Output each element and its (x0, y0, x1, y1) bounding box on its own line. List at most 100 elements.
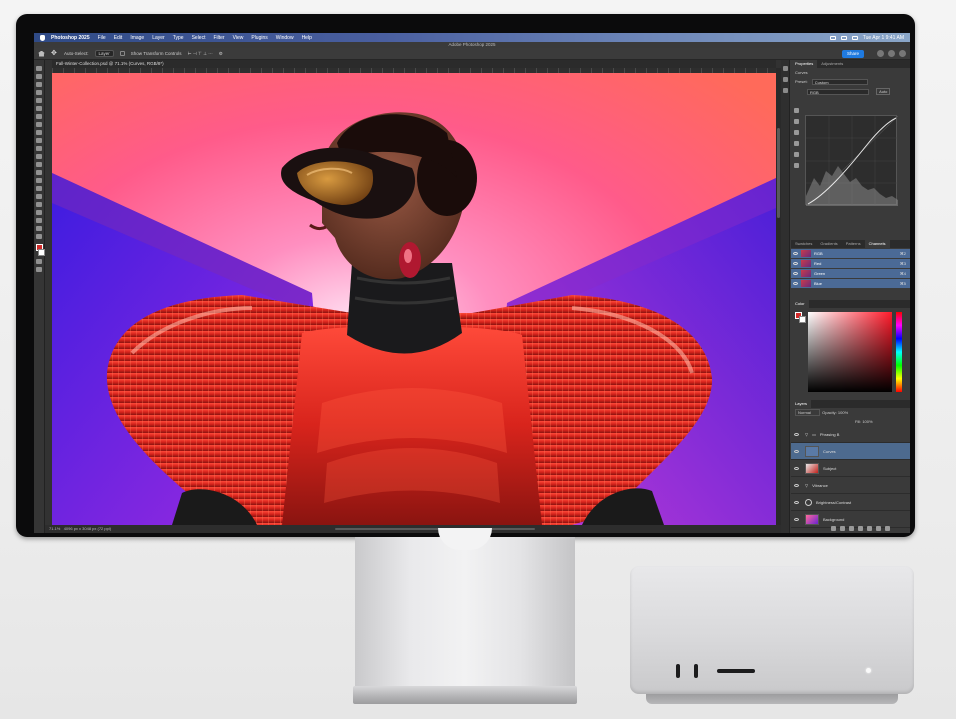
channel-row-blue[interactable]: Blue ⌘5 (791, 279, 910, 288)
disclosure-icon[interactable]: ▽ (805, 432, 808, 437)
adjustment-icon[interactable] (858, 526, 863, 531)
tab-swatches[interactable]: Swatches (791, 240, 816, 248)
crop-tool-icon[interactable] (36, 98, 42, 103)
layer-name[interactable]: Curves (823, 449, 836, 454)
channel-row-red[interactable]: Red ⌘3 (791, 259, 910, 268)
pen-tool-icon[interactable] (36, 186, 42, 191)
tab-channels[interactable]: Channels (864, 240, 890, 248)
dodge-tool-icon[interactable] (36, 178, 42, 183)
lasso-tool-icon[interactable] (36, 82, 42, 87)
layer-name[interactable]: Vibrance (812, 483, 828, 488)
new-layer-icon[interactable] (876, 526, 881, 531)
tab-color[interactable]: Color (791, 300, 809, 308)
curve-pencil-icon[interactable] (794, 163, 799, 168)
clone-stamp-tool-icon[interactable] (36, 138, 42, 143)
layer-row[interactable]: Subject (791, 460, 910, 477)
search-icon[interactable] (840, 35, 847, 40)
mask-icon[interactable] (849, 526, 854, 531)
canvas-horizontal-scrollbar[interactable] (335, 528, 535, 530)
on-image-adjust-icon[interactable] (794, 108, 799, 113)
tab-patterns[interactable]: Patterns (842, 240, 865, 248)
blur-tool-icon[interactable] (36, 170, 42, 175)
marquee-tool-icon[interactable] (36, 74, 42, 79)
menu-edit[interactable]: Edit (114, 35, 123, 41)
rectangle-tool-icon[interactable] (36, 210, 42, 215)
trash-icon[interactable] (885, 526, 890, 531)
auto-select-dropdown[interactable]: Layer (94, 50, 114, 57)
gear-icon[interactable]: ⚙ (219, 51, 223, 57)
fx-icon[interactable] (840, 526, 845, 531)
channel-row-green[interactable]: Green ⌘4 (791, 269, 910, 278)
tab-layers[interactable]: Layers (791, 400, 812, 408)
tab-properties[interactable]: Properties (791, 60, 818, 68)
menu-window[interactable]: Window (276, 35, 294, 41)
group-icon[interactable] (867, 526, 872, 531)
eyedropper-tool-icon[interactable] (36, 114, 42, 119)
zoom-level[interactable]: 71.1% (49, 526, 60, 531)
eye-icon[interactable] (794, 517, 799, 521)
search-icon[interactable] (888, 50, 895, 57)
menu-plugins[interactable]: Plugins (251, 35, 267, 41)
document-canvas[interactable] (52, 73, 776, 525)
layer-name[interactable]: Subject (823, 466, 836, 471)
layer-row-selected[interactable]: Curves (791, 443, 910, 460)
healing-brush-tool-icon[interactable] (36, 122, 42, 127)
link-icon[interactable] (831, 526, 836, 531)
cloud-icon[interactable] (877, 50, 884, 57)
menu-view[interactable]: View (233, 35, 244, 41)
move-tool-icon[interactable] (36, 66, 42, 71)
eyedropper-gray-icon[interactable] (794, 130, 799, 135)
history-icon[interactable] (782, 66, 788, 71)
eye-icon[interactable] (793, 262, 798, 265)
blend-mode-dropdown[interactable]: Normal (795, 409, 820, 416)
scrollbar-thumb[interactable] (777, 128, 780, 218)
curve-point-icon[interactable] (794, 152, 799, 157)
layer-name[interactable]: Phrasing B (820, 432, 840, 437)
eye-icon[interactable] (793, 252, 798, 255)
eye-icon[interactable] (794, 500, 799, 504)
path-select-tool-icon[interactable] (36, 202, 42, 207)
app-menu[interactable]: Photoshop 2025 (51, 35, 90, 41)
control-center-icon[interactable] (851, 35, 858, 40)
home-icon[interactable] (38, 50, 45, 57)
eraser-tool-icon[interactable] (36, 154, 42, 159)
zoom-tool-icon[interactable] (36, 226, 42, 231)
eye-icon[interactable] (793, 272, 798, 275)
object-select-tool-icon[interactable] (36, 90, 42, 95)
more-tools-icon[interactable] (36, 234, 42, 239)
eye-icon[interactable] (794, 483, 799, 487)
tab-adjustments[interactable]: Adjustments (817, 60, 847, 68)
type-tool-icon[interactable] (36, 194, 42, 199)
gradient-tool-icon[interactable] (36, 162, 42, 167)
apple-logo-icon[interactable] (40, 34, 45, 41)
layer-name[interactable]: Brightness/Contrast (816, 500, 851, 505)
menu-image[interactable]: Image (130, 35, 144, 41)
hand-tool-icon[interactable] (36, 218, 42, 223)
brush-tool-icon[interactable] (36, 130, 42, 135)
fill-control[interactable]: Fill: 100% (855, 419, 873, 424)
move-tool-icon[interactable]: ✥ (51, 50, 58, 57)
channel-dropdown[interactable]: RGB (807, 89, 869, 95)
eye-icon[interactable] (793, 282, 798, 285)
screen-mode-icon[interactable] (36, 267, 42, 272)
menu-filter[interactable]: Filter (213, 35, 224, 41)
menu-file[interactable]: File (98, 35, 106, 41)
frame-tool-icon[interactable] (36, 106, 42, 111)
channel-row-rgb[interactable]: RGB ⌘2 (791, 249, 910, 258)
hue-slider[interactable] (896, 312, 902, 392)
layer-row[interactable]: Brightness/Contrast (791, 494, 910, 511)
quick-mask-icon[interactable] (36, 259, 42, 264)
libraries-icon[interactable] (782, 77, 788, 82)
background-color-swatch[interactable] (799, 316, 806, 323)
layer-name[interactable]: Background (823, 517, 844, 522)
comments-icon[interactable] (782, 88, 788, 93)
share-button[interactable]: Share (841, 50, 864, 58)
auto-button[interactable]: Auto (876, 88, 891, 96)
eye-icon[interactable] (794, 449, 799, 453)
color-picker-field[interactable] (808, 312, 892, 392)
layer-row[interactable]: ▽ Vibrance (791, 477, 910, 494)
history-brush-tool-icon[interactable] (36, 146, 42, 151)
layer-row[interactable]: ▽ ▭ Phrasing B (791, 426, 910, 443)
wifi-icon[interactable] (829, 35, 836, 40)
background-color-swatch[interactable] (37, 249, 45, 256)
